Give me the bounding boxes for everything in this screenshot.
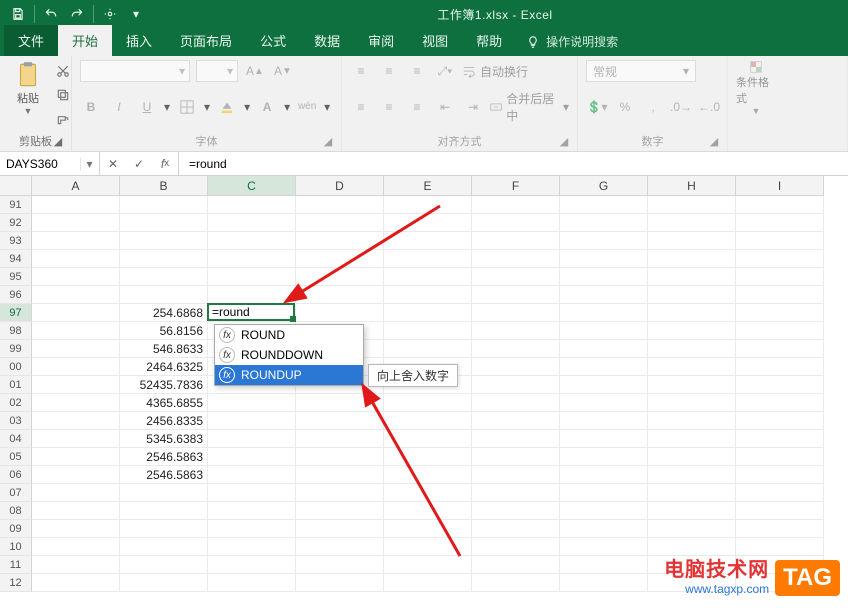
bold-button[interactable]: B bbox=[80, 96, 102, 118]
formula-input[interactable] bbox=[179, 152, 848, 175]
increase-indent-button[interactable]: ⇥ bbox=[462, 96, 484, 118]
quick-access-toolbar: ▾ bbox=[6, 3, 148, 25]
copy-button[interactable] bbox=[52, 84, 74, 106]
tab-layout[interactable]: 页面布局 bbox=[166, 25, 246, 56]
align-right-button[interactable]: ≡ bbox=[406, 96, 428, 118]
spreadsheet-grid[interactable]: ABCDEFGHI 919293949596979899000102030405… bbox=[0, 176, 848, 610]
comma-button[interactable]: , bbox=[642, 96, 664, 118]
name-box[interactable]: ▾ bbox=[0, 152, 100, 175]
dialog-launcher-icon[interactable]: ◢ bbox=[707, 135, 721, 149]
dialog-launcher-icon[interactable]: ◢ bbox=[51, 135, 65, 149]
align-bottom-button[interactable]: ≡ bbox=[406, 60, 428, 82]
tab-home[interactable]: 开始 bbox=[58, 25, 112, 56]
increase-decimal-button[interactable]: .0→ bbox=[670, 96, 692, 118]
percent-button[interactable]: % bbox=[614, 96, 636, 118]
confirm-edit-button[interactable]: ✓ bbox=[126, 157, 152, 171]
group-label-font: 字体◢ bbox=[80, 131, 333, 149]
group-clipboard: 粘贴 ▼ 剪贴板◢ bbox=[0, 56, 72, 151]
qat-customize-icon[interactable]: ▾ bbox=[124, 3, 148, 25]
decrease-indent-button[interactable]: ⇤ bbox=[434, 96, 456, 118]
watermark-url: www.tagxp.com bbox=[664, 582, 769, 596]
increase-font-button[interactable]: A▲ bbox=[244, 60, 266, 82]
tab-file[interactable]: 文件 bbox=[4, 25, 58, 56]
font-name-combo[interactable]: ▾ bbox=[80, 60, 190, 82]
save-icon[interactable] bbox=[6, 3, 30, 25]
undo-icon[interactable] bbox=[39, 3, 63, 25]
group-label-clipboard: 剪贴板◢ bbox=[8, 131, 63, 149]
tell-me-search[interactable]: 操作说明搜索 bbox=[526, 33, 618, 56]
align-middle-button[interactable]: ≡ bbox=[378, 60, 400, 82]
formula-bar: ▾ ✕ ✓ fx bbox=[0, 152, 848, 176]
tab-view[interactable]: 视图 bbox=[408, 25, 462, 56]
lightbulb-icon bbox=[526, 35, 540, 49]
orientation-button[interactable]: ⤢▾ bbox=[434, 60, 456, 82]
ribbon: 粘贴 ▼ 剪贴板◢ ▾ ▾ A▲ A▼ B I U▾ ▾ ▾ A▾ bbox=[0, 56, 848, 152]
watermark-tag: TAG bbox=[775, 560, 840, 596]
group-number: 常规▾ 💲▾ % , .0→ ←.0 数字◢ bbox=[578, 56, 728, 151]
group-label-alignment: 对齐方式◢ bbox=[350, 131, 569, 149]
conditional-formatting-button[interactable]: 条件格式 ▼ bbox=[736, 60, 776, 116]
dialog-launcher-icon[interactable]: ◢ bbox=[321, 135, 335, 149]
underline-button[interactable]: U bbox=[136, 96, 158, 118]
cut-button[interactable] bbox=[52, 60, 74, 82]
watermark-title: 电脑技术网 bbox=[664, 553, 769, 582]
tell-me-label: 操作说明搜索 bbox=[546, 33, 618, 50]
accounting-format-button[interactable]: 💲▾ bbox=[586, 96, 608, 118]
align-center-button[interactable]: ≡ bbox=[378, 96, 400, 118]
number-format-combo[interactable]: 常规▾ bbox=[586, 60, 696, 82]
insert-function-button[interactable]: fx bbox=[152, 157, 178, 171]
window-title: 工作簿1.xlsx - Excel bbox=[148, 6, 842, 23]
name-box-dropdown-icon[interactable]: ▾ bbox=[80, 157, 98, 171]
wrap-text-button[interactable]: 自动换行 bbox=[462, 63, 528, 80]
name-box-input[interactable] bbox=[0, 157, 80, 171]
font-size-combo[interactable]: ▾ bbox=[196, 60, 238, 82]
tab-help[interactable]: 帮助 bbox=[462, 25, 516, 56]
decrease-decimal-button[interactable]: ←.0 bbox=[698, 96, 720, 118]
format-painter-button[interactable] bbox=[52, 108, 74, 130]
watermark: 电脑技术网 www.tagxp.com TAG bbox=[664, 553, 840, 596]
merge-center-button[interactable]: 合并后居中 ▾ bbox=[490, 90, 569, 124]
paste-button[interactable]: 粘贴 ▼ bbox=[8, 60, 48, 116]
tab-formulas[interactable]: 公式 bbox=[246, 25, 300, 56]
tab-review[interactable]: 审阅 bbox=[354, 25, 408, 56]
touch-mode-icon[interactable] bbox=[98, 3, 122, 25]
border-button[interactable] bbox=[176, 96, 198, 118]
clipboard-icon bbox=[15, 60, 41, 90]
title-bar: ▾ 工作簿1.xlsx - Excel bbox=[0, 0, 848, 28]
decrease-font-button[interactable]: A▼ bbox=[272, 60, 294, 82]
group-label-styles bbox=[736, 147, 839, 149]
tab-insert[interactable]: 插入 bbox=[112, 25, 166, 56]
group-label-number: 数字◢ bbox=[586, 131, 719, 149]
align-left-button[interactable]: ≡ bbox=[350, 96, 372, 118]
align-top-button[interactable]: ≡ bbox=[350, 60, 372, 82]
redo-icon[interactable] bbox=[65, 3, 89, 25]
cancel-edit-button[interactable]: ✕ bbox=[100, 157, 126, 171]
group-font: ▾ ▾ A▲ A▼ B I U▾ ▾ ▾ A▾ wén▾ 字体◢ bbox=[72, 56, 342, 151]
font-color-button[interactable]: A bbox=[256, 96, 278, 118]
dialog-launcher-icon[interactable]: ◢ bbox=[557, 135, 571, 149]
group-alignment: ≡ ≡ ≡ ⤢▾ 自动换行 ≡ ≡ ≡ ⇤ ⇥ 合并后居中 ▾ 对齐方式◢ bbox=[342, 56, 578, 151]
ribbon-tabs: 文件 开始 插入 页面布局 公式 数据 审阅 视图 帮助 操作说明搜索 bbox=[0, 28, 848, 56]
group-styles: 条件格式 ▼ bbox=[728, 56, 848, 151]
tab-data[interactable]: 数据 bbox=[300, 25, 354, 56]
fill-color-button[interactable] bbox=[216, 96, 238, 118]
italic-button[interactable]: I bbox=[108, 96, 130, 118]
annotation-arrows bbox=[0, 176, 848, 610]
conditional-format-icon bbox=[743, 60, 769, 74]
phonetic-button[interactable]: wén bbox=[296, 96, 318, 118]
